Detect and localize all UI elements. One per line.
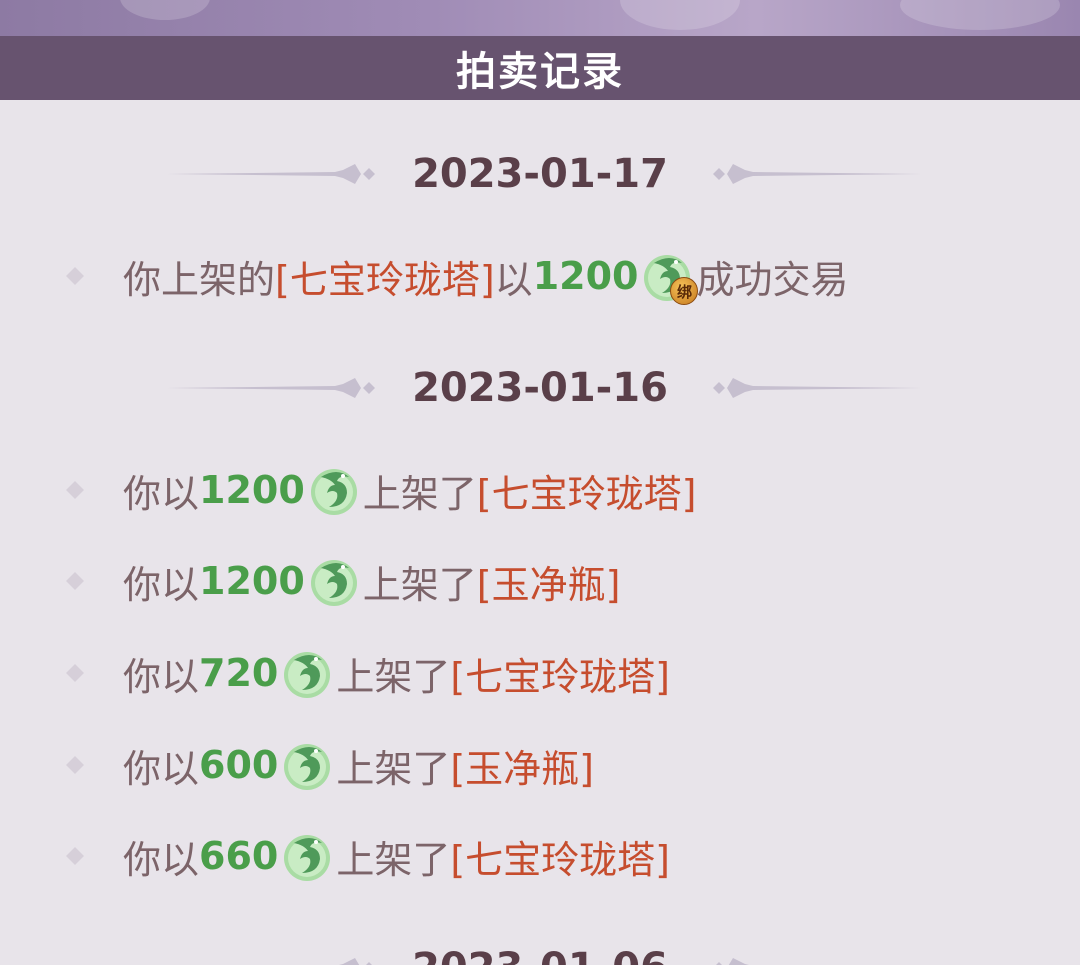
entry-text: 上架了 <box>336 654 451 699</box>
jade-dragon-coin-icon <box>280 646 334 700</box>
jade-dragon-coin-icon <box>280 738 334 792</box>
price-value: 660 <box>199 834 279 878</box>
price-value: 600 <box>199 743 279 787</box>
diamond-bullet-icon <box>66 572 84 590</box>
entry-text: 你以 <box>123 837 200 882</box>
item-name[interactable]: [玉净瓶] <box>450 738 594 793</box>
entry-text: 上架了 <box>336 837 451 882</box>
diamond-bullet-icon <box>66 756 84 774</box>
item-name[interactable]: [七宝玲珑塔] <box>275 249 495 304</box>
diamond-bullet-icon <box>66 481 84 499</box>
price-value: 1200 <box>199 559 305 603</box>
auction-record-list[interactable]: 2023-01-17 你上架的 [七宝玲珑塔] 以 1200 绑 成功交易 20… <box>0 100 1080 965</box>
entry-text: 你上架的 <box>123 257 276 302</box>
entry-text: 你以 <box>123 654 200 699</box>
item-name[interactable]: [七宝玲珑塔] <box>450 646 670 701</box>
item-name[interactable]: [七宝玲珑塔] <box>450 829 670 884</box>
title-bar: 拍卖记录 <box>0 36 1080 100</box>
date-header: 2023-01-17 <box>0 144 1080 204</box>
price-value: 1200 <box>199 468 305 512</box>
record-entry: 你以 1200 上架了 [玉净瓶] <box>60 551 620 611</box>
record-entry: 你以 660 上架了 [七宝玲珑塔] <box>60 826 670 886</box>
diamond-bullet-icon <box>66 847 84 865</box>
entry-text: 上架了 <box>336 746 451 791</box>
diamond-bullet-icon <box>66 664 84 682</box>
right-ornament-icon <box>713 378 921 398</box>
date-header: 2023-01-16 <box>0 358 1080 418</box>
price-value: 1200 <box>532 254 639 298</box>
right-ornament-icon <box>713 164 921 184</box>
entry-text: 上架了 <box>362 562 477 607</box>
entry-text: 你以 <box>123 562 200 607</box>
entry-text: 以 <box>494 257 533 302</box>
page-title: 拍卖记录 <box>456 49 624 95</box>
right-ornament-icon <box>716 958 749 965</box>
jade-dragon-coin-icon <box>307 554 361 608</box>
record-entry: 你上架的 [七宝玲珑塔] 以 1200 绑 成功交易 <box>60 246 848 306</box>
record-entry: 你以 720 上架了 [七宝玲珑塔] <box>60 643 670 703</box>
entry-text: 你以 <box>123 746 200 791</box>
jade-dragon-coin-icon: 绑 <box>640 249 699 305</box>
date-header: 2023-01-06 <box>0 938 1080 965</box>
entry-text: 上架了 <box>362 471 477 516</box>
jade-dragon-coin-icon <box>280 829 334 883</box>
record-entry: 你以 600 上架了 [玉净瓶] <box>60 735 594 795</box>
item-name[interactable]: [玉净瓶] <box>477 554 621 609</box>
price-value: 720 <box>199 651 279 695</box>
record-entry: 你以 1200 上架了 [七宝玲珑塔] <box>60 460 696 520</box>
top-banner-decoration <box>0 0 1080 36</box>
item-name[interactable]: [七宝玲珑塔] <box>477 463 697 518</box>
entry-text: 成功交易 <box>696 257 849 302</box>
diamond-bullet-icon <box>66 267 84 285</box>
entry-text: 你以 <box>123 471 200 516</box>
jade-dragon-coin-icon <box>307 463 361 517</box>
